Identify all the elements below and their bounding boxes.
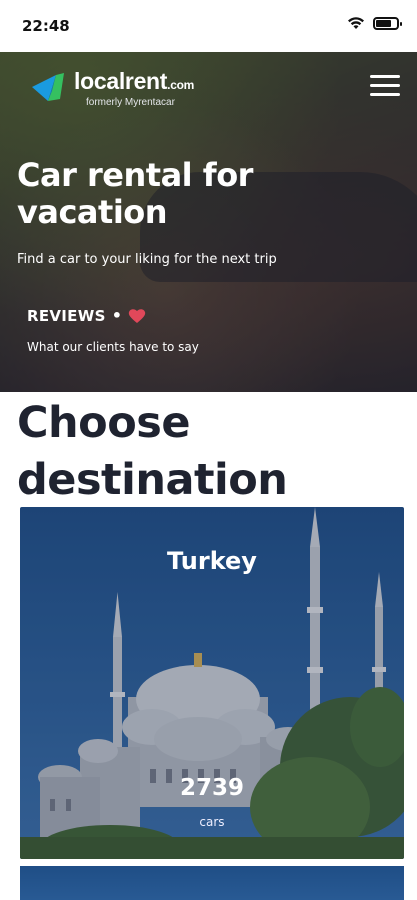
logo-subtitle: formerly Myrentacar [86, 97, 175, 108]
hero-banner: localrent.com formerly Myrentacar Car re… [0, 52, 417, 392]
heart-icon [128, 308, 146, 323]
logo-tld: .com [167, 78, 194, 92]
hero-title: Car rental for vacation [17, 156, 253, 231]
status-time: 22:48 [22, 17, 70, 35]
section-title: Choose destination [17, 398, 288, 505]
hamburger-menu-icon[interactable] [370, 75, 400, 99]
reviews-title: REVIEWS [27, 306, 106, 325]
logo-name: localrent.com [74, 68, 194, 94]
status-bar: 22:48 [0, 0, 417, 52]
destination-name: Turkey [167, 547, 257, 575]
destination-card-turkey[interactable]: Turkey 2739 cars [20, 507, 404, 859]
reviews-link[interactable]: REVIEWS • [27, 306, 146, 325]
localrent-logo[interactable]: localrent.com formerly Myrentacar [30, 69, 194, 108]
wifi-icon [348, 17, 364, 29]
car-count: 2739 [179, 775, 244, 801]
battery-icon [373, 16, 402, 30]
hero-subtitle: Find a car to your liking for the next t… [17, 252, 277, 267]
destination-card-next[interactable] [20, 866, 404, 900]
car-count-unit: cars [199, 815, 225, 829]
reviews-subtitle: What our clients have to say [27, 340, 199, 354]
reviews-separator: • [111, 306, 122, 325]
status-icons [347, 16, 402, 30]
logo-mark-icon [32, 72, 64, 101]
